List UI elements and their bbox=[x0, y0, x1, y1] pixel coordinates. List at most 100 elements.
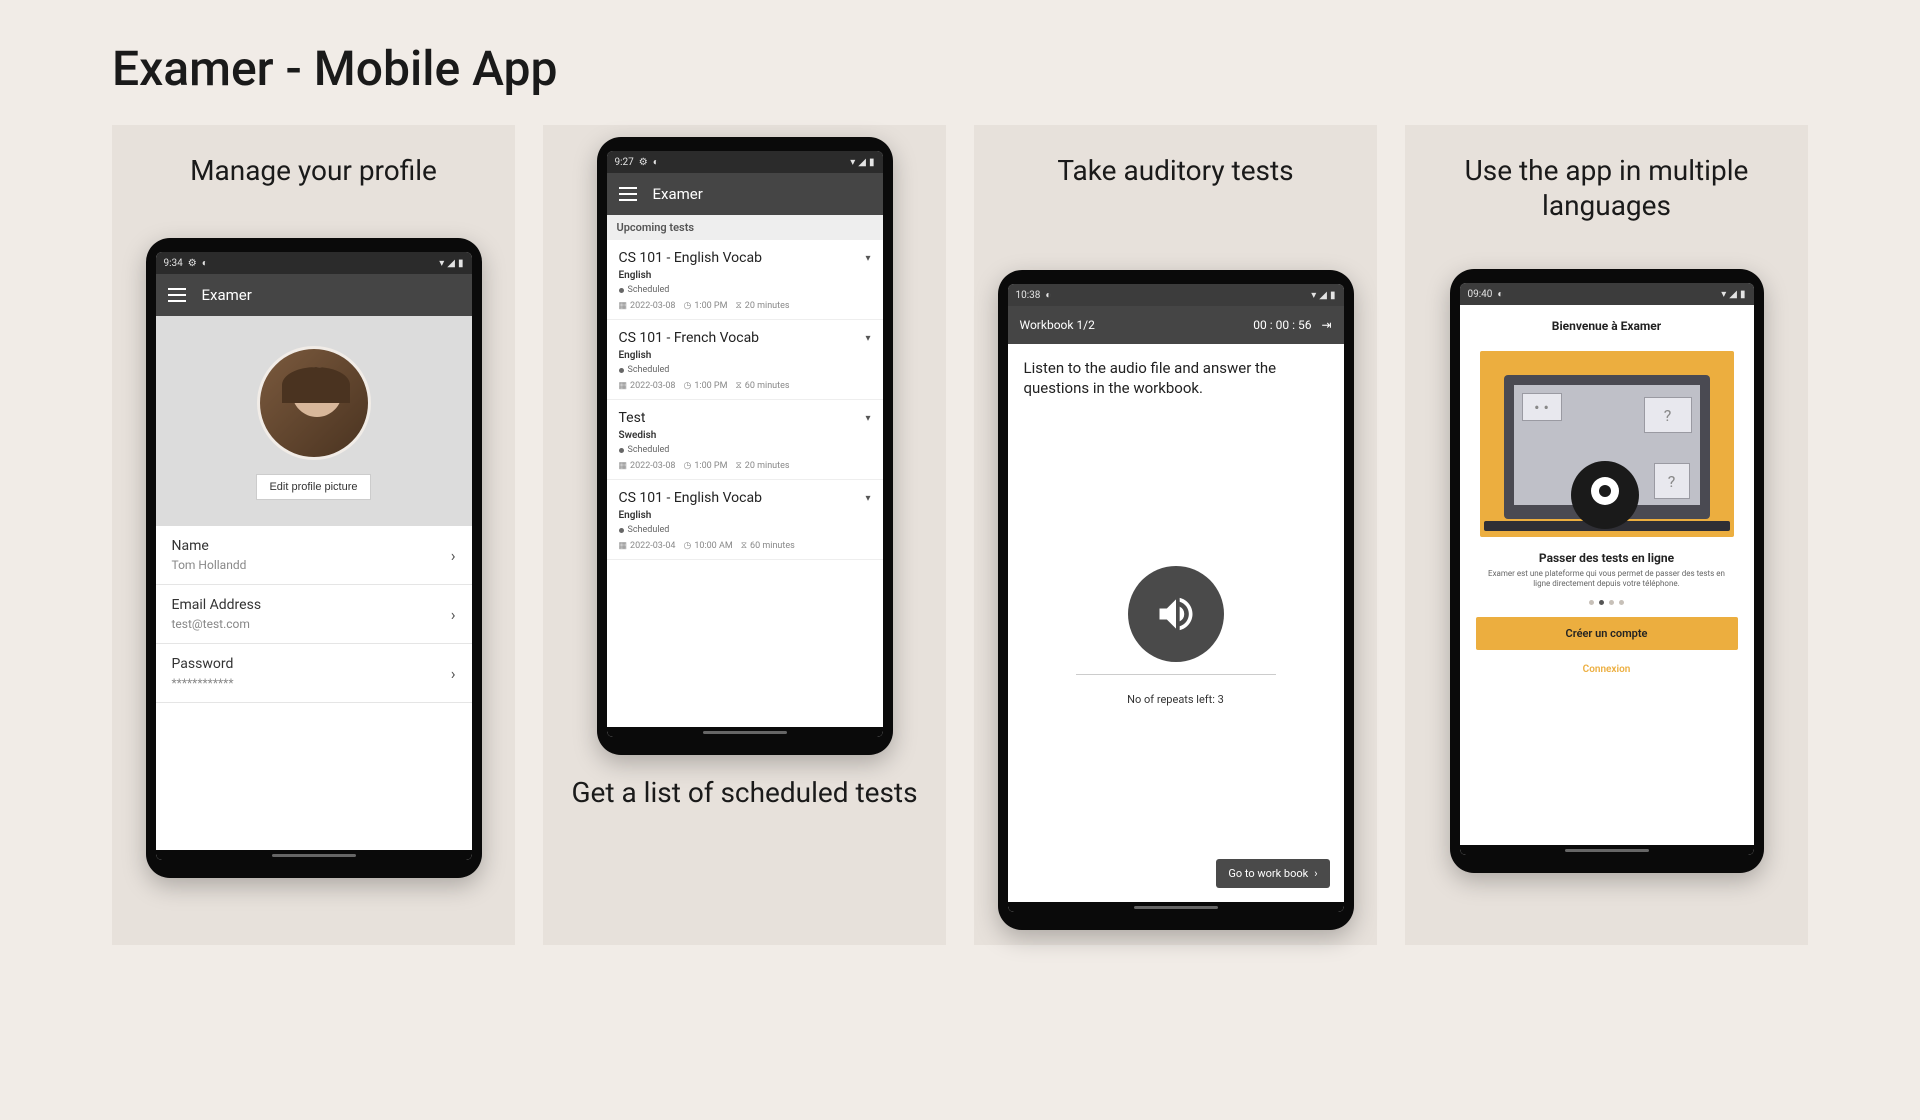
onboarding-description: Examer est une plateforme qui vous perme… bbox=[1460, 565, 1754, 600]
menu-icon[interactable] bbox=[619, 187, 637, 201]
test-language: Swedish bbox=[619, 430, 871, 441]
audio-appbar: Workbook 1/2 00 : 00 : 56 ⇥ bbox=[1008, 306, 1344, 344]
play-button[interactable] bbox=[1128, 566, 1224, 662]
chevron-down-icon[interactable]: ▾ bbox=[865, 413, 870, 424]
calendar-icon: ▦ bbox=[619, 541, 628, 551]
caption-audio: Take auditory tests bbox=[1057, 153, 1293, 188]
field-name[interactable]: Name Tom Hollandd › bbox=[156, 526, 472, 585]
field-value: test@test.com bbox=[172, 617, 262, 631]
avatar[interactable] bbox=[257, 346, 371, 460]
android-navbar bbox=[1008, 902, 1344, 912]
gear-icon: ⚙ bbox=[639, 157, 648, 168]
android-navbar bbox=[607, 727, 883, 737]
create-account-button[interactable]: Créer un compte bbox=[1476, 617, 1738, 650]
tests-list: CS 101 - English Vocab ▾ English Scheduled ▦… bbox=[607, 240, 883, 560]
page-title: Examer - Mobile App bbox=[112, 40, 1920, 97]
clock-icon: ◷ bbox=[683, 301, 691, 311]
hourglass-icon: ⧖ bbox=[735, 461, 741, 471]
page-indicator bbox=[1460, 600, 1754, 605]
test-item[interactable]: CS 101 - English Vocab ▾ English Scheduled ▦… bbox=[607, 480, 883, 560]
test-meta: ▦2022-03-08◷1:00 PM⧖60 minutes bbox=[619, 381, 871, 391]
timer: 00 : 00 : 56 bbox=[1253, 318, 1311, 332]
field-label: Email Address bbox=[172, 597, 262, 613]
edit-profile-picture-button[interactable]: Edit profile picture bbox=[256, 474, 370, 500]
appbar: Examer bbox=[607, 173, 883, 215]
signal-icon: ◢ bbox=[447, 258, 455, 269]
android-navbar bbox=[156, 850, 472, 860]
test-item[interactable]: CS 101 - French Vocab ▾ English Scheduled ▦2… bbox=[607, 320, 883, 400]
hourglass-icon: ⧖ bbox=[735, 301, 741, 311]
test-meta: ▦2022-03-04◷10:00 AM⧖60 minutes bbox=[619, 541, 871, 551]
cards-row: Manage your profile 9:34 ⚙ ◐ ▾ ◢ ▮ bbox=[0, 125, 1920, 945]
status-time: 09:40 bbox=[1468, 289, 1493, 300]
wifi-icon: ▾ bbox=[1311, 290, 1316, 301]
test-title: CS 101 - English Vocab bbox=[619, 490, 762, 506]
wifi-icon: ▾ bbox=[1721, 289, 1726, 300]
test-language: English bbox=[619, 510, 871, 521]
menu-icon[interactable] bbox=[168, 288, 186, 302]
caption-language: Use the app in multiple languages bbox=[1405, 153, 1808, 223]
test-item[interactable]: Test ▾ Swedish Scheduled ▦2022-03-08◷1:00 PM… bbox=[607, 400, 883, 480]
test-status: Scheduled bbox=[619, 365, 871, 375]
caption-profile: Manage your profile bbox=[190, 153, 437, 188]
clock-icon: ◷ bbox=[683, 461, 691, 471]
test-status: Scheduled bbox=[619, 445, 871, 455]
chevron-right-icon: › bbox=[451, 664, 456, 683]
field-label: Password bbox=[172, 656, 234, 672]
statusbar: 9:27 ⚙ ◐ ▾ ◢ ▮ bbox=[607, 151, 883, 173]
app-title: Examer bbox=[202, 286, 252, 304]
circle-icon: ◐ bbox=[1497, 289, 1503, 300]
circle-icon: ◐ bbox=[202, 258, 208, 269]
wifi-icon: ▾ bbox=[850, 157, 855, 168]
circle-icon: ◐ bbox=[653, 157, 659, 168]
onboarding-illustration: • • ? ? bbox=[1480, 351, 1734, 537]
volume-icon bbox=[1154, 592, 1198, 636]
test-meta: ▦2022-03-08◷1:00 PM⧖20 minutes bbox=[619, 461, 871, 471]
test-item[interactable]: CS 101 - English Vocab▾EnglishScheduled▦… bbox=[607, 240, 883, 320]
section-header: Upcoming tests bbox=[607, 215, 883, 240]
calendar-icon: ▦ bbox=[619, 461, 628, 471]
test-title: CS 101 - French Vocab bbox=[619, 330, 760, 346]
test-title: Test bbox=[619, 410, 646, 426]
chevron-down-icon[interactable]: ▾ bbox=[865, 333, 870, 344]
clock-icon: ◷ bbox=[683, 541, 691, 551]
battery-icon: ▮ bbox=[869, 157, 875, 168]
hourglass-icon: ⧖ bbox=[741, 541, 747, 551]
chevron-down-icon[interactable]: ▾ bbox=[865, 253, 870, 264]
card-language: Use the app in multiple languages 09:40 … bbox=[1405, 125, 1808, 945]
test-status: Scheduled bbox=[619, 285, 871, 295]
goto-workbook-button[interactable]: Go to work book › bbox=[1216, 859, 1329, 888]
chevron-right-icon: › bbox=[1314, 867, 1317, 880]
field-email[interactable]: Email Address test@test.com › bbox=[156, 585, 472, 644]
battery-icon: ▮ bbox=[1330, 290, 1336, 301]
mascot-icon bbox=[1571, 461, 1643, 533]
profile-fields: Name Tom Hollandd › Email Address test@t… bbox=[156, 526, 472, 703]
progress-bar[interactable] bbox=[1076, 674, 1276, 675]
workbook-label: Workbook 1/2 bbox=[1020, 318, 1095, 332]
audio-player: No of repeats left: 3 bbox=[1008, 413, 1344, 860]
status-time: 9:27 bbox=[615, 157, 634, 168]
test-language: English bbox=[619, 350, 871, 361]
instruction-text: Listen to the audio file and answer the … bbox=[1008, 344, 1344, 413]
calendar-icon: ▦ bbox=[619, 381, 628, 391]
chevron-down-icon[interactable]: ▾ bbox=[865, 493, 870, 504]
statusbar: 10:38 ◐ ▾ ◢ ▮ bbox=[1008, 284, 1344, 306]
signal-icon: ◢ bbox=[1729, 289, 1737, 300]
battery-icon: ▮ bbox=[1740, 289, 1746, 300]
test-title: CS 101 - English Vocab bbox=[619, 250, 762, 266]
clock-icon: ◷ bbox=[683, 381, 691, 391]
exit-icon[interactable]: ⇥ bbox=[1321, 318, 1331, 332]
chevron-right-icon: › bbox=[451, 546, 456, 565]
card-profile: Manage your profile 9:34 ⚙ ◐ ▾ ◢ ▮ bbox=[112, 125, 515, 945]
caption-tests: Get a list of scheduled tests bbox=[571, 775, 917, 810]
phone-audio: 10:38 ◐ ▾ ◢ ▮ Workbook 1/2 00 : 00 : 56 … bbox=[998, 270, 1354, 930]
repeats-label: No of repeats left: 3 bbox=[1127, 693, 1224, 706]
test-status: Scheduled bbox=[619, 525, 871, 535]
hourglass-icon: ⧖ bbox=[735, 381, 741, 391]
login-link[interactable]: Connexion bbox=[1460, 664, 1754, 675]
battery-icon: ▮ bbox=[458, 258, 464, 269]
statusbar: 09:40 ◐ ▾ ◢ ▮ bbox=[1460, 283, 1754, 305]
statusbar: 9:34 ⚙ ◐ ▾ ◢ ▮ bbox=[156, 252, 472, 274]
field-password[interactable]: Password ************ › bbox=[156, 644, 472, 703]
calendar-icon: ▦ bbox=[619, 301, 628, 311]
